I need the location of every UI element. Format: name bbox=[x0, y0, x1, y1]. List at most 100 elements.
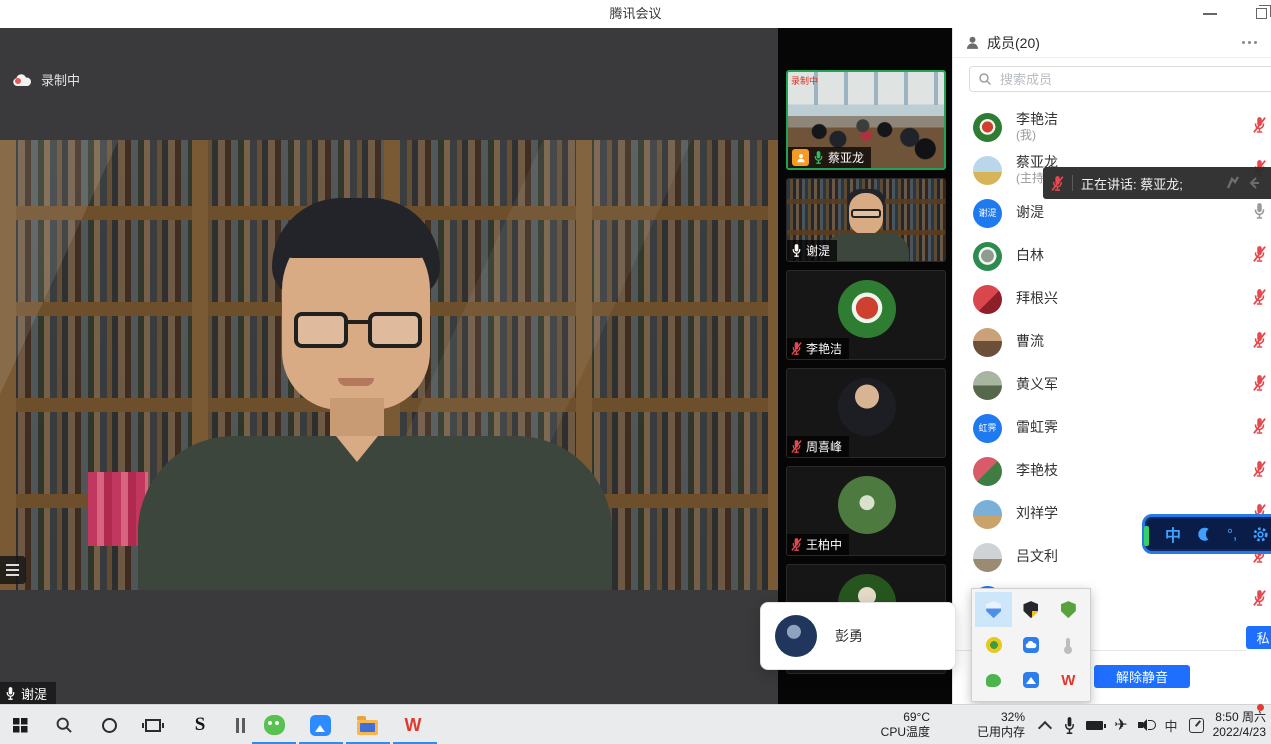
main-video[interactable] bbox=[0, 140, 778, 590]
member-name: 曹流 bbox=[1016, 333, 1044, 351]
mic-muted-icon[interactable] bbox=[1252, 288, 1268, 311]
member-row[interactable]: 虹霁 雷虹霁 bbox=[953, 407, 1271, 449]
mic-muted-icon[interactable] bbox=[1252, 589, 1268, 612]
mic-muted-icon[interactable] bbox=[1252, 460, 1268, 483]
member-search-box[interactable] bbox=[969, 66, 1271, 92]
wechat-taskbar-icon[interactable] bbox=[262, 713, 286, 737]
blue-mountain-app-icon[interactable] bbox=[1012, 663, 1049, 698]
wave-icon[interactable] bbox=[1225, 175, 1241, 191]
thumbnail-liyanjie[interactable]: 李艳洁 bbox=[786, 270, 946, 360]
airplane-mode-icon[interactable]: ✈ bbox=[1109, 713, 1133, 737]
punctuation-mode-button[interactable]: °, bbox=[1227, 526, 1237, 543]
person-fringe bbox=[282, 210, 430, 258]
mic-muted-icon[interactable] bbox=[1252, 417, 1268, 440]
member-name: 拜根兴 bbox=[1016, 290, 1058, 308]
mini-body bbox=[825, 233, 909, 262]
search-input[interactable] bbox=[998, 71, 1270, 88]
mic-on-icon bbox=[791, 243, 802, 258]
restore-button[interactable] bbox=[1256, 8, 1267, 19]
pause-bars-icon[interactable] bbox=[228, 713, 252, 737]
thumbnail-wangbozhong[interactable]: 王柏中 bbox=[786, 466, 946, 556]
avatar: 虹霁 bbox=[973, 414, 1002, 443]
member-row[interactable]: 曹流 bbox=[953, 321, 1271, 363]
blue-shield-icon[interactable] bbox=[975, 592, 1012, 627]
remote-recording-text: 录制中 bbox=[791, 74, 818, 87]
hover-card-name: 彭勇 bbox=[835, 626, 863, 646]
member-name: 白林 bbox=[1016, 247, 1044, 265]
volume-icon[interactable] bbox=[1133, 713, 1157, 737]
cortana-icon[interactable] bbox=[97, 713, 121, 737]
sogou-ime-icon[interactable]: S bbox=[188, 713, 212, 737]
meeting-taskbar-icon[interactable] bbox=[308, 713, 332, 737]
start-button[interactable] bbox=[8, 713, 32, 737]
member-row[interactable]: 黄义军 bbox=[953, 364, 1271, 406]
ime-mode-button[interactable]: 中 bbox=[1165, 522, 1181, 546]
wps-taskbar-icon[interactable]: W bbox=[401, 713, 425, 737]
members-title: 成员(20) bbox=[987, 33, 1040, 53]
taskbar-clock[interactable]: 8:50 周六2022/4/23 bbox=[1190, 710, 1266, 740]
mic-muted-icon[interactable] bbox=[1252, 374, 1268, 397]
dark-shield-badge-icon[interactable] bbox=[1012, 592, 1049, 627]
recording-badge: 录制中 bbox=[12, 70, 80, 89]
back-arrow-icon[interactable] bbox=[1247, 175, 1263, 191]
mic-muted-icon bbox=[1051, 175, 1064, 192]
avatar bbox=[973, 242, 1002, 271]
member-row[interactable]: 李艳洁(我) bbox=[953, 106, 1271, 148]
avatar bbox=[838, 378, 896, 436]
thumbnail-name: 周喜峰 bbox=[806, 438, 842, 455]
minimize-button[interactable] bbox=[1203, 13, 1217, 15]
ime-drag-handle[interactable] bbox=[1144, 526, 1149, 546]
red-w-icon[interactable]: W bbox=[1050, 663, 1087, 698]
member-hover-card: 彭勇 bbox=[760, 602, 956, 670]
thumbnail-name: 蔡亚龙 bbox=[828, 149, 864, 166]
task-view-icon[interactable] bbox=[141, 713, 165, 737]
tencent-meeting-screen: 腾讯会议 录制中 bbox=[0, 0, 1271, 744]
thumbnail-zhouxifeng[interactable]: 周喜峰 bbox=[786, 368, 946, 458]
mic-muted-icon[interactable] bbox=[1252, 245, 1268, 268]
speaker-name-badge: 谢湜 bbox=[0, 682, 56, 704]
member-row[interactable]: 拜根兴 bbox=[953, 278, 1271, 320]
fullwidth-moon-icon[interactable] bbox=[1196, 526, 1212, 542]
mic-muted-icon bbox=[791, 439, 802, 454]
file-explorer-icon[interactable] bbox=[355, 713, 379, 737]
main-video-stage[interactable]: 录制中 谢湜 bbox=[0, 28, 778, 704]
green-bird-icon[interactable] bbox=[975, 663, 1012, 698]
speaking-toast: 正在讲话: 蔡亚龙; bbox=[1043, 167, 1271, 199]
more-options-button[interactable] bbox=[1240, 37, 1259, 48]
avatar bbox=[973, 113, 1002, 142]
blue-cloud-app-icon[interactable] bbox=[1012, 627, 1049, 662]
recording-label: 录制中 bbox=[41, 70, 80, 89]
thumbnail-caiyalong[interactable]: 录制中 蔡亚龙 bbox=[786, 70, 946, 170]
mic-muted-icon bbox=[791, 341, 802, 356]
member-row[interactable]: 李艳枝 bbox=[953, 450, 1271, 492]
avatar bbox=[973, 328, 1002, 357]
taskbar-search-icon[interactable] bbox=[52, 713, 76, 737]
member-name: 李艳洁 bbox=[1016, 111, 1058, 129]
battery-icon[interactable] bbox=[1082, 713, 1106, 737]
person-mouth bbox=[338, 378, 374, 386]
green-shield-icon[interactable] bbox=[1050, 592, 1087, 627]
ime-settings-gear-icon[interactable] bbox=[1252, 526, 1269, 543]
search-icon bbox=[978, 72, 992, 86]
member-row[interactable]: 白林 bbox=[953, 235, 1271, 277]
tray-mic-icon[interactable] bbox=[1057, 713, 1081, 737]
window-title: 腾讯会议 bbox=[0, 0, 1271, 28]
thermometer-icon[interactable] bbox=[1050, 627, 1087, 662]
person-torso bbox=[138, 436, 612, 590]
thumbnail-xieshi[interactable]: 谢湜 bbox=[786, 178, 946, 262]
notification-red-dot bbox=[1257, 704, 1264, 711]
mic-on-icon[interactable] bbox=[1252, 202, 1268, 225]
unmute-button[interactable]: 解除静音 bbox=[1094, 665, 1190, 688]
mic-muted-icon[interactable] bbox=[1252, 116, 1268, 139]
avatar: 谢湜 bbox=[973, 199, 1002, 228]
yellow-green-ball-icon[interactable] bbox=[975, 627, 1012, 662]
mini-glasses bbox=[851, 209, 881, 218]
avatar bbox=[973, 156, 1002, 185]
sidebar-toggle-button[interactable] bbox=[0, 556, 26, 584]
mic-muted-icon[interactable] bbox=[1252, 331, 1268, 354]
ime-indicator[interactable]: 中 bbox=[1159, 713, 1183, 737]
person-glasses bbox=[294, 312, 422, 350]
hidden-icons-chevron[interactable] bbox=[1033, 713, 1057, 737]
private-chat-button[interactable]: 私 bbox=[1246, 626, 1271, 649]
toast-text: 正在讲话: 蔡亚龙; bbox=[1081, 174, 1183, 193]
